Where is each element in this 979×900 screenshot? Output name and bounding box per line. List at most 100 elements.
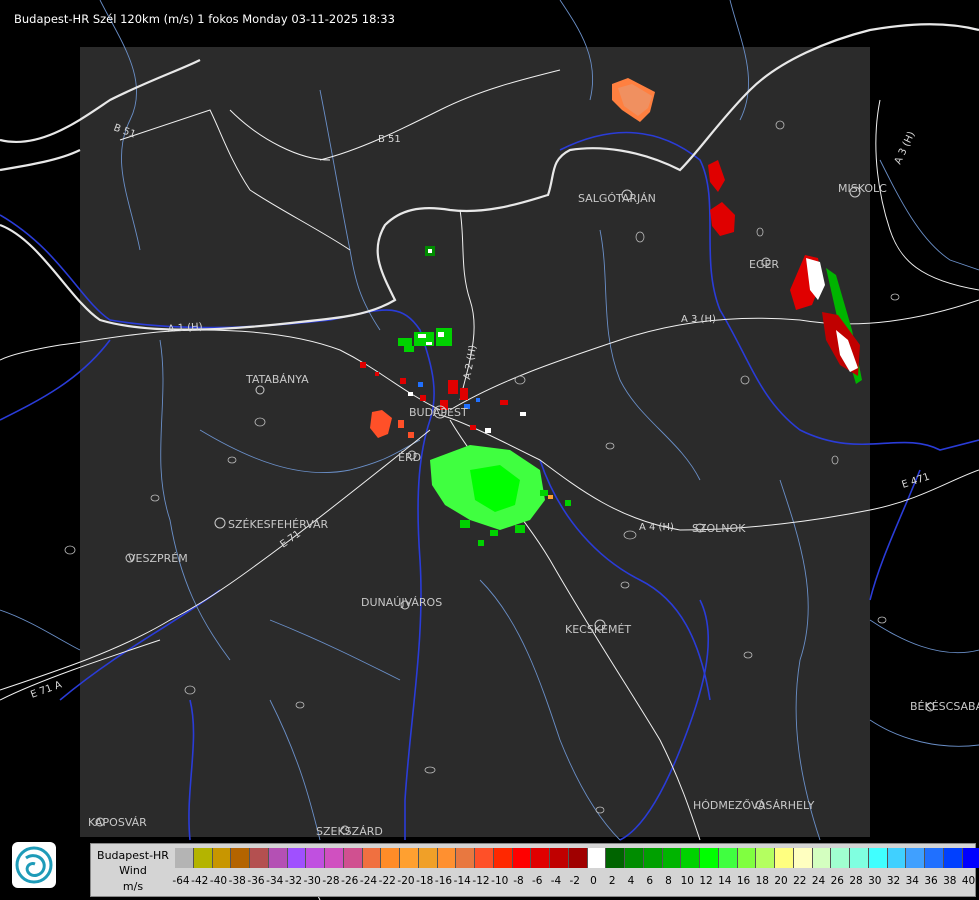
road-label: A 4 (H) xyxy=(639,522,674,533)
legend-swatch xyxy=(625,848,644,868)
legend-swatch xyxy=(512,848,532,868)
legend-unit: m/s xyxy=(122,880,144,893)
city-label: BUDAPEST xyxy=(409,406,468,419)
legend-quantity: Wind xyxy=(119,864,147,877)
legend-tick-label: 30 xyxy=(868,875,882,887)
legend-swatch xyxy=(887,848,907,868)
legend-tick-label: -4 xyxy=(550,875,562,887)
legend-swatch xyxy=(175,848,194,868)
legend-swatch xyxy=(606,848,625,868)
legend-tick-label: 4 xyxy=(627,875,635,887)
legend-tick-label: 12 xyxy=(699,875,713,887)
city-label: ÉRD xyxy=(398,451,421,464)
city-label: VESZPRÉM xyxy=(128,552,188,565)
city-label: HÓDMEZŐVÁSÁRHELY xyxy=(693,798,815,812)
legend-tick-label: 34 xyxy=(905,875,919,887)
legend-swatch xyxy=(475,848,494,868)
legend-tick-label: 8 xyxy=(665,875,672,887)
legend-tick-label: -36 xyxy=(247,875,265,887)
legend-tick-label: -26 xyxy=(341,875,359,887)
legend-swatch xyxy=(193,848,213,868)
legend-tick-label: 32 xyxy=(886,875,901,887)
legend-tick-label: 36 xyxy=(924,875,938,887)
map-title: Budapest-HR Szél 120km (m/s) 1 fokos Mon… xyxy=(14,12,395,26)
city-label: KECSKEMÉT xyxy=(565,623,631,636)
legend-tick-label: 14 xyxy=(718,875,732,887)
legend-tick-label: 22 xyxy=(793,875,807,887)
legend-swatch xyxy=(587,848,607,868)
legend-swatch xyxy=(962,848,979,868)
legend-tick-label: -12 xyxy=(472,875,490,887)
radar-coverage-area xyxy=(80,47,870,837)
legend-swatch xyxy=(793,848,813,868)
legend-tick-label: -38 xyxy=(228,875,246,887)
city-label: DUNAÚJVÁROS xyxy=(361,596,442,609)
legend-swatch xyxy=(700,848,719,868)
legend-tick-label: 0 xyxy=(590,875,597,887)
legend-swatch xyxy=(456,848,475,868)
city-label: KAPOSVÁR xyxy=(88,816,147,829)
legend-swatch xyxy=(362,848,382,868)
legend-swatch xyxy=(643,848,663,868)
legend-tick-label: -40 xyxy=(209,875,228,887)
legend-swatch xyxy=(925,848,944,868)
legend-swatch xyxy=(812,848,832,868)
legend-swatch xyxy=(325,848,344,868)
legend-swatch xyxy=(737,848,757,868)
legend-tick-label: 38 xyxy=(943,875,957,887)
legend-swatch xyxy=(287,848,307,868)
legend-tick-label: -34 xyxy=(266,875,284,887)
legend-swatch xyxy=(850,848,869,868)
legend-swatch xyxy=(868,848,888,868)
road-label: E 471 xyxy=(901,472,932,491)
legend-swatch xyxy=(943,848,963,868)
legend-tick-label: -10 xyxy=(491,875,509,887)
legend-swatch xyxy=(400,848,419,868)
legend-tick-label: -64 xyxy=(172,875,190,887)
legend-tick-label: -22 xyxy=(378,875,396,887)
legend-swatch xyxy=(343,848,363,868)
road-label: E 71 A xyxy=(29,679,63,700)
legend-tick-label: -8 xyxy=(513,875,524,887)
legend-swatch xyxy=(381,848,400,868)
legend-swatch xyxy=(775,848,794,868)
legend-tick-label: 20 xyxy=(774,875,788,887)
logo xyxy=(12,842,56,888)
legend-swatch xyxy=(662,848,682,868)
legend-swatch xyxy=(906,848,925,868)
legend-swatch xyxy=(493,848,513,868)
legend-swatch xyxy=(550,848,569,868)
road-label: A 3 (H) xyxy=(681,314,716,325)
legend-tick-label: 28 xyxy=(849,875,863,887)
legend-swatch xyxy=(531,848,550,868)
legend-tick-label: -18 xyxy=(416,875,434,887)
legend-swatch xyxy=(250,848,269,868)
legend-tick-label: 40 xyxy=(961,875,976,887)
legend-swatch xyxy=(831,848,850,868)
legend-swatch xyxy=(437,848,457,868)
city-label: BÉKÉSCSABA xyxy=(910,700,979,713)
legend-swatch xyxy=(231,848,250,868)
road-label: A 3 (H) xyxy=(893,130,918,166)
legend-tick-label: -16 xyxy=(434,875,453,887)
legend-tick-label: -28 xyxy=(322,875,340,887)
legend-swatch xyxy=(418,848,438,868)
legend-tick-label: -30 xyxy=(303,875,321,887)
legend-swatch xyxy=(756,848,775,868)
legend-swatch xyxy=(306,848,325,868)
omsz-swirl-icon xyxy=(15,846,53,884)
city-label: SZÉKESFEHÉRVÁR xyxy=(228,518,329,531)
legend-tick-label: 6 xyxy=(646,875,654,887)
city-label: EGER xyxy=(749,258,779,271)
city-label: SALGÓTARJÁN xyxy=(578,192,656,205)
city-label: TATABÁNYA xyxy=(245,373,309,386)
legend-tick-label: -6 xyxy=(532,875,543,887)
legend-tick-label: 16 xyxy=(736,875,751,887)
color-legend: Budapest-HR Wind m/s -64 -42 -40 -38 -36 -34-… xyxy=(90,843,979,897)
legend-station: Budapest-HR xyxy=(97,849,169,862)
legend-tick-label: -2 xyxy=(569,875,580,887)
legend-tick-label: -20 xyxy=(397,875,415,887)
legend-swatches xyxy=(175,848,979,868)
legend-swatch xyxy=(212,848,232,868)
legend-tick-label: 24 xyxy=(811,875,826,887)
